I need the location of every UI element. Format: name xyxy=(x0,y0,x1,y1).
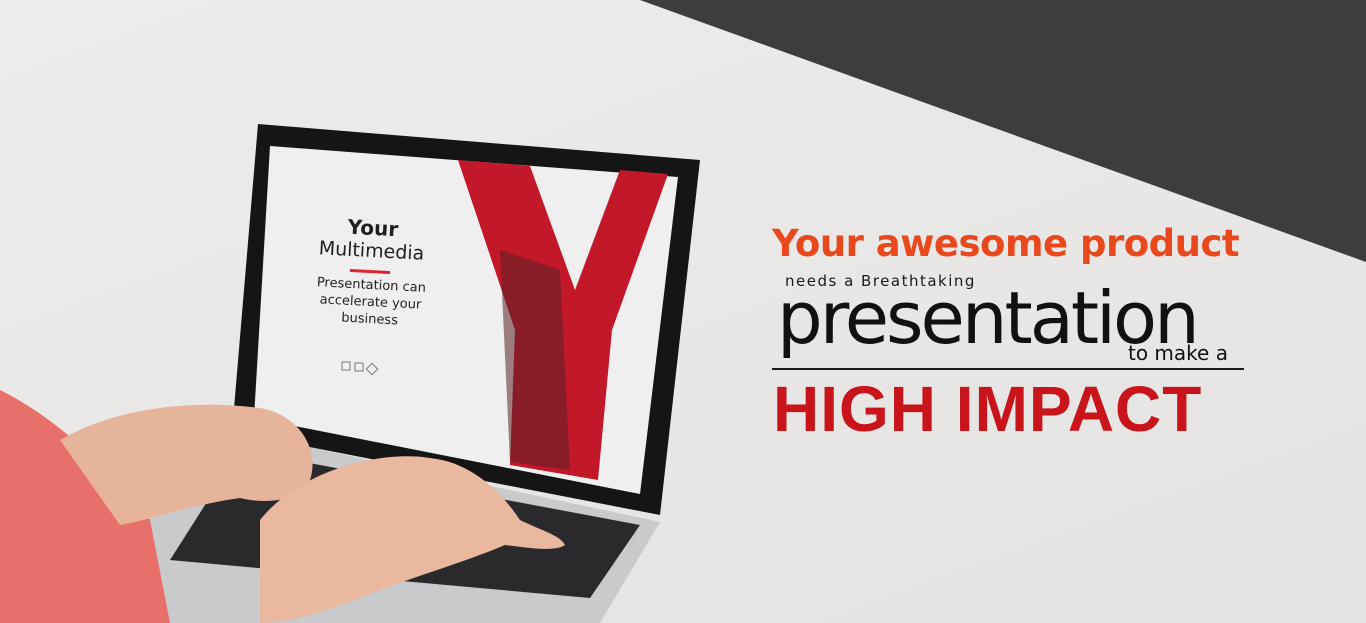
headline-divider xyxy=(772,368,1244,370)
headline-high-impact: HIGH IMPACT xyxy=(773,373,1203,445)
slide-body-text: Presentation can accelerate your busines… xyxy=(302,274,439,332)
slide-photo-shade xyxy=(500,250,570,470)
headline-product: Your awesome product xyxy=(772,222,1240,265)
headline-to-make: to make a xyxy=(1128,341,1228,365)
